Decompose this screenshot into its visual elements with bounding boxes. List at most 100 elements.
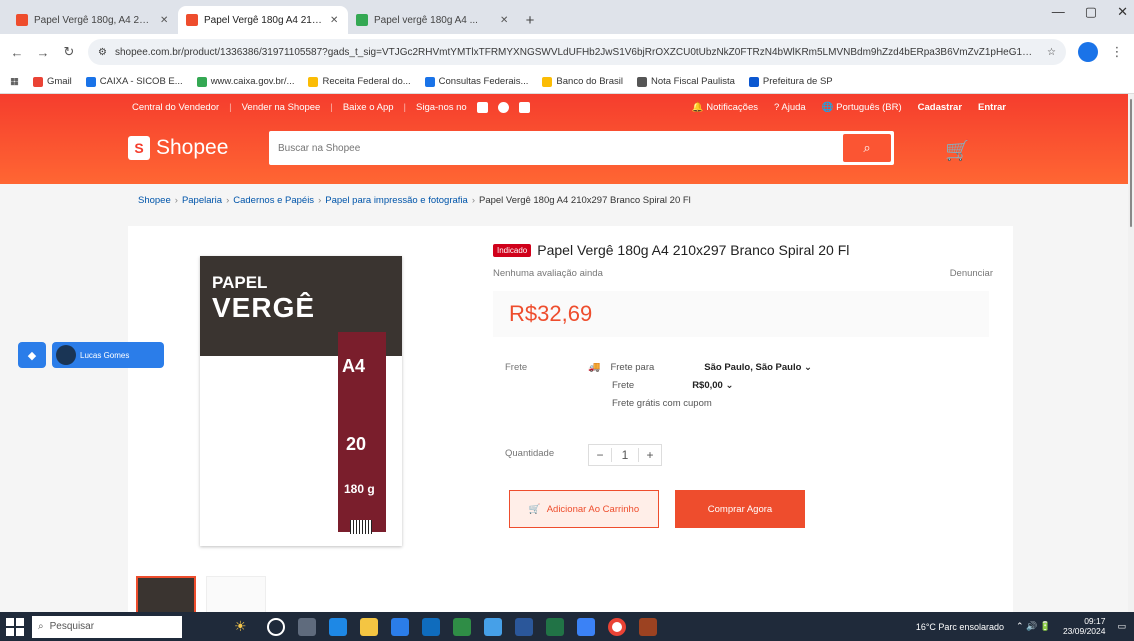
close-window-icon[interactable]: ✕ (1117, 4, 1128, 20)
store-icon[interactable] (390, 617, 409, 636)
menu-dots-icon[interactable]: ⋮ (1110, 44, 1124, 60)
breadcrumb-item[interactable]: Papelaria (182, 195, 222, 206)
search-bar: ⌕ (269, 131, 894, 165)
package-verge-text: VERGÊ (212, 292, 316, 323)
shipping-info: 🚚 Frete para São Paulo, São Paulo ⌄ Fret… (588, 362, 812, 416)
bookmark-label: Banco do Brasil (556, 76, 623, 87)
taskbar-search[interactable]: ⌕ Pesquisar (32, 615, 182, 638)
reload-icon[interactable]: ↻ (62, 44, 76, 60)
apps-grid-icon[interactable]: ▦ (10, 76, 19, 87)
search-icon: ⌕ (38, 621, 44, 632)
bookmark-item[interactable]: Banco do Brasil (542, 76, 623, 87)
widget-user-pill[interactable]: Lucas Gomes (52, 342, 164, 368)
thumbnail-1[interactable] (136, 576, 196, 616)
weather-status[interactable]: 16°C Parc ensolarado (916, 622, 1004, 632)
bookmark-item[interactable]: Gmail (32, 76, 72, 87)
browser-tab-1[interactable]: Papel Vergê 180g, A4 210x297 ... ✕ (8, 6, 178, 34)
task-view-icon[interactable] (266, 617, 285, 636)
bookmark-label: CAIXA - SICOB E... (99, 76, 183, 87)
close-tab-icon[interactable]: ✕ (330, 15, 340, 26)
shipping-cost-select[interactable]: R$0,00 ⌄ (692, 380, 733, 391)
language-select[interactable]: 🌐 Português (BR) (822, 102, 902, 113)
product-price: R$32,69 (509, 301, 593, 326)
tray-icons[interactable]: ⌃ 🔊 🔋 (1016, 621, 1051, 632)
package-a4-text: A4 (342, 356, 366, 376)
page-scrollbar[interactable] (1128, 94, 1134, 612)
profile-avatar[interactable] (1078, 42, 1098, 62)
mail-icon[interactable] (421, 617, 440, 636)
notification-center-icon[interactable]: ▭ (1117, 621, 1126, 632)
download-app-link[interactable]: Baixe o App (343, 102, 394, 113)
notifications-link[interactable]: 🔔 Notificações (692, 102, 758, 113)
app-icon[interactable] (638, 617, 657, 636)
widget-app-icon[interactable]: ◆ (18, 342, 46, 368)
help-label: Ajuda (781, 102, 806, 113)
site-info-icon[interactable]: ⚙ (98, 47, 107, 58)
minimize-icon[interactable]: — (1052, 4, 1065, 20)
back-icon[interactable]: ← (10, 45, 24, 60)
cart-icon[interactable]: 🛒 (945, 138, 970, 163)
sell-link[interactable]: Vender na Shopee (242, 102, 321, 113)
breadcrumb-item[interactable]: Shopee (138, 195, 171, 206)
shopee-logo[interactable]: S Shopee (128, 136, 228, 160)
widgets-icon[interactable] (297, 617, 316, 636)
bookmark-item[interactable]: Prefeitura de SP (748, 76, 833, 87)
bookmark-item[interactable]: Nota Fiscal Paulista (636, 76, 735, 87)
bookmark-star-icon[interactable]: ☆ (1047, 47, 1056, 58)
thumbnail-2[interactable] (206, 576, 266, 616)
instagram-icon[interactable] (497, 102, 509, 113)
add-to-cart-label: Adicionar Ao Carrinho (546, 503, 640, 515)
search-input[interactable] (272, 142, 843, 154)
linkedin-icon[interactable] (518, 102, 530, 113)
system-tray: 16°C Parc ensolarado ⌃ 🔊 🔋 09:17 23/09/2… (916, 612, 1126, 641)
shopee-header: Central do Vendedor | Vender na Shopee | B… (0, 94, 1128, 184)
url-input[interactable]: ⚙ shopee.com.br/product/1336386/31971105… (88, 39, 1066, 65)
file-explorer-icon[interactable] (359, 617, 378, 636)
cart-add-icon: 🛒 (528, 503, 541, 515)
breadcrumb-item[interactable]: Papel para impressão e fotografia (325, 195, 468, 206)
app-icon[interactable] (576, 617, 595, 636)
buy-now-button[interactable]: Comprar Agora (675, 490, 805, 528)
floating-widget: ◆ Lucas Gomes (18, 342, 164, 368)
clock[interactable]: 09:17 23/09/2024 (1062, 616, 1106, 637)
add-to-cart-button[interactable]: 🛒 Adicionar Ao Carrinho (509, 490, 659, 528)
product-image[interactable]: PAPEL VERGÊ A4 20 180 g (200, 256, 402, 546)
browser-tab-2-active[interactable]: Papel Vergê 180g A4 210x297 Branco ... ✕ (178, 6, 348, 34)
shipping-cost-text: R$0,00 (692, 380, 723, 391)
word-icon[interactable] (514, 617, 533, 636)
search-button[interactable]: ⌕ (843, 134, 891, 162)
search-icon: ⌕ (863, 140, 871, 155)
bookmark-item[interactable]: Consultas Federais... (424, 76, 528, 87)
decrease-button[interactable]: − (589, 448, 611, 462)
facebook-icon[interactable] (476, 102, 488, 113)
windows-start-icon[interactable] (6, 617, 24, 636)
tab-title: Papel vergê 180g A4 ... (374, 14, 478, 26)
seller-center-link[interactable]: Central do Vendedor (132, 102, 219, 113)
app-icon[interactable] (452, 617, 471, 636)
new-tab-button[interactable]: + (518, 6, 542, 34)
increase-button[interactable]: + (639, 448, 661, 462)
clock-date: 23/09/2024 (1062, 625, 1106, 636)
excel-icon[interactable] (545, 617, 564, 636)
frete-label: Frete (505, 362, 528, 373)
forward-icon[interactable]: → (36, 45, 50, 60)
report-link[interactable]: Denunciar (950, 268, 993, 279)
login-link[interactable]: Entrar (978, 102, 1006, 113)
app-icon[interactable] (483, 617, 502, 636)
weather-sun-icon[interactable]: ☀ (234, 618, 247, 635)
signup-link[interactable]: Cadastrar (918, 102, 962, 113)
close-tab-icon[interactable]: ✕ (160, 15, 170, 26)
maximize-icon[interactable]: ▢ (1085, 4, 1097, 20)
destination-select[interactable]: São Paulo, São Paulo ⌄ (704, 362, 812, 373)
breadcrumb-item[interactable]: Cadernos e Papéis (233, 195, 314, 206)
bookmark-item[interactable]: www.caixa.gov.br/... (196, 76, 294, 87)
bookmark-item[interactable]: CAIXA - SICOB E... (85, 76, 183, 87)
edge-icon[interactable] (328, 617, 347, 636)
help-link[interactable]: ? Ajuda (774, 102, 806, 113)
chrome-icon[interactable] (607, 617, 626, 636)
close-tab-icon[interactable]: ✕ (500, 15, 510, 26)
bookmark-item[interactable]: Receita Federal do... (308, 76, 411, 87)
quantity-input[interactable]: 1 (611, 448, 639, 462)
browser-tab-3[interactable]: Papel vergê 180g A4 ... ✕ (348, 6, 518, 34)
scrollbar-thumb[interactable] (1129, 98, 1133, 228)
